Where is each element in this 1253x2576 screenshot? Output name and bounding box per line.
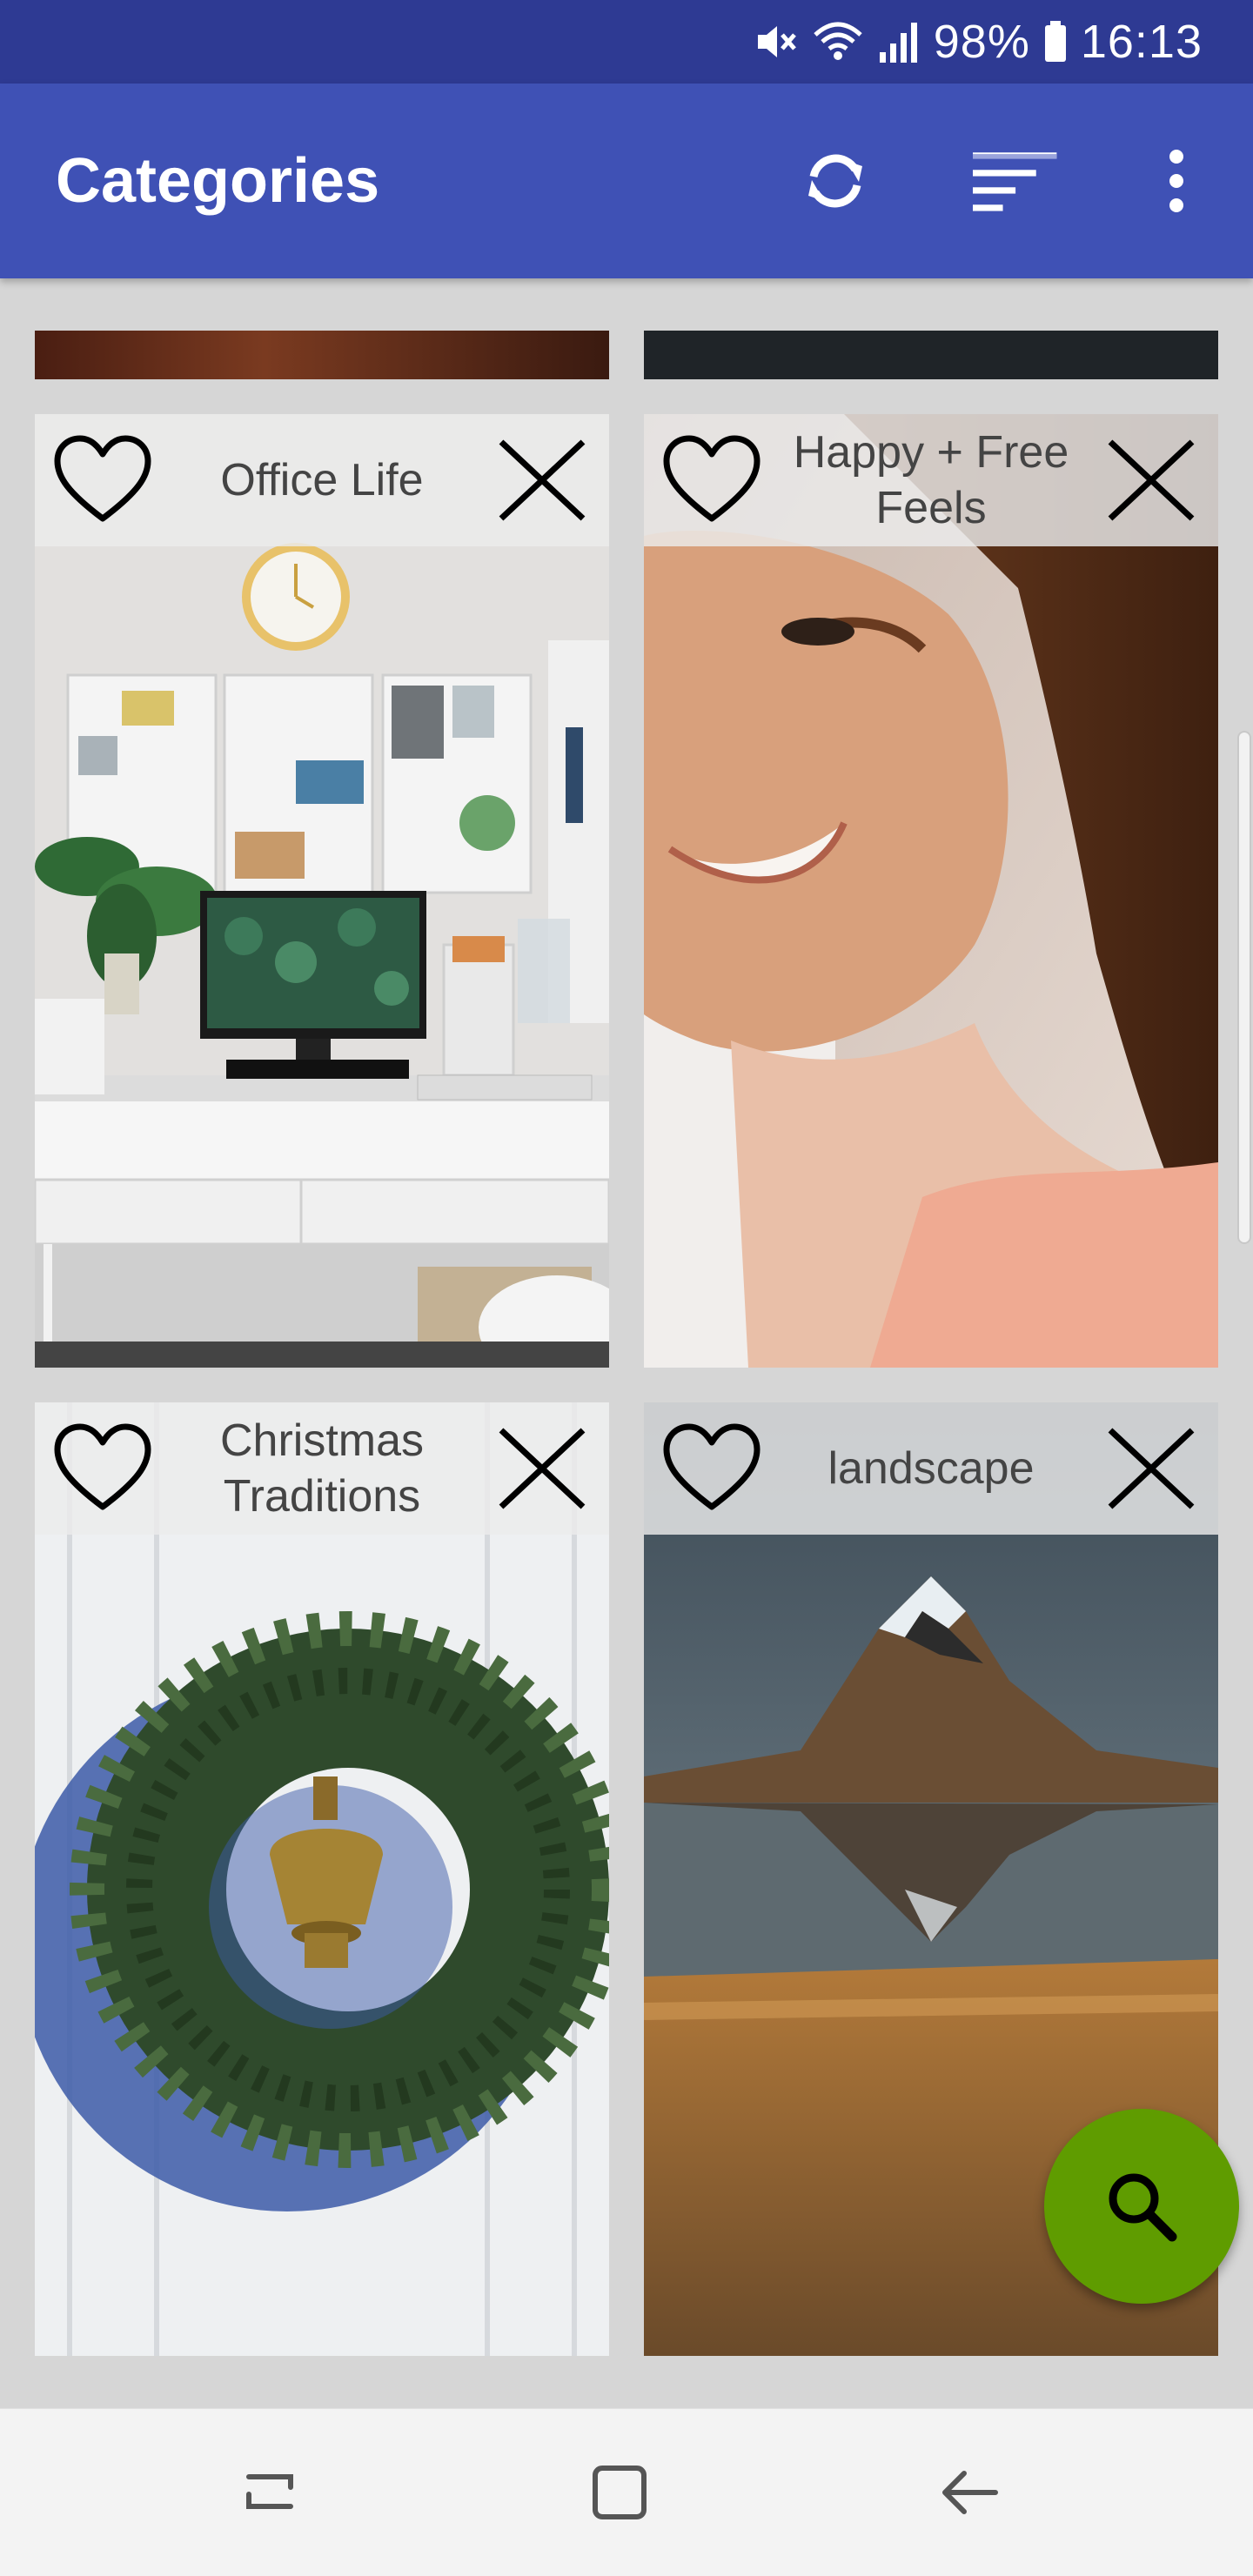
category-title: Happy + Free Feels — [793, 427, 1069, 533]
category-title: Office Life — [220, 455, 424, 505]
signal-icon — [876, 17, 921, 66]
status-bar: 98% 16:13 — [0, 0, 1253, 84]
home-button[interactable] — [576, 2449, 663, 2536]
remove-close-icon[interactable] — [494, 435, 590, 525]
partial-card-image — [644, 331, 1218, 379]
recent-apps-icon — [246, 2474, 293, 2509]
battery-percent: 98% — [933, 16, 1030, 68]
mute-icon — [751, 17, 800, 66]
category-card-office-life[interactable]: Office Life — [35, 414, 609, 1368]
back-button[interactable] — [926, 2449, 1013, 2536]
card-image-office — [35, 414, 609, 1368]
category-title: landscape — [828, 1443, 1035, 1494]
favorite-heart-icon[interactable] — [50, 432, 155, 529]
category-card-christmas-traditions[interactable]: Christmas Traditions — [35, 1402, 609, 2356]
scrollbar-thumb[interactable] — [1237, 731, 1251, 1244]
refresh-icon — [808, 154, 862, 208]
clock: 16:13 — [1080, 16, 1203, 68]
category-grid: Office Life Happy + Free Feels Christmas… — [0, 278, 1253, 2408]
more-vert-icon — [1169, 150, 1183, 212]
remove-close-icon[interactable] — [1103, 1423, 1199, 1514]
back-arrow-icon — [942, 2471, 998, 2514]
system-navigation-bar — [0, 2408, 1253, 2576]
remove-close-icon[interactable] — [1103, 435, 1199, 525]
category-title: Christmas Traditions — [219, 1415, 425, 1522]
battery-icon — [1042, 17, 1069, 66]
search-fab[interactable] — [1044, 2109, 1239, 2304]
search-icon — [1109, 2173, 1177, 2242]
app-bar: Categories — [0, 84, 1253, 278]
recent-apps-button[interactable] — [226, 2449, 313, 2536]
sort-button[interactable] — [973, 137, 1060, 224]
card-image-wreath — [35, 1402, 609, 2356]
home-icon — [593, 2466, 647, 2519]
wifi-icon — [812, 17, 864, 66]
sort-icon — [973, 152, 1057, 211]
page-title: Categories — [56, 146, 380, 216]
partial-card-image — [35, 331, 609, 379]
refresh-button[interactable] — [792, 137, 879, 224]
favorite-heart-icon[interactable] — [660, 1420, 764, 1517]
category-card-happy-free-feels[interactable]: Happy + Free Feels — [644, 414, 1218, 1368]
card-image-woman — [644, 414, 1218, 1368]
remove-close-icon[interactable] — [494, 1423, 590, 1514]
favorite-heart-icon[interactable] — [660, 432, 764, 529]
more-options-button[interactable] — [1133, 137, 1220, 224]
favorite-heart-icon[interactable] — [50, 1420, 155, 1517]
